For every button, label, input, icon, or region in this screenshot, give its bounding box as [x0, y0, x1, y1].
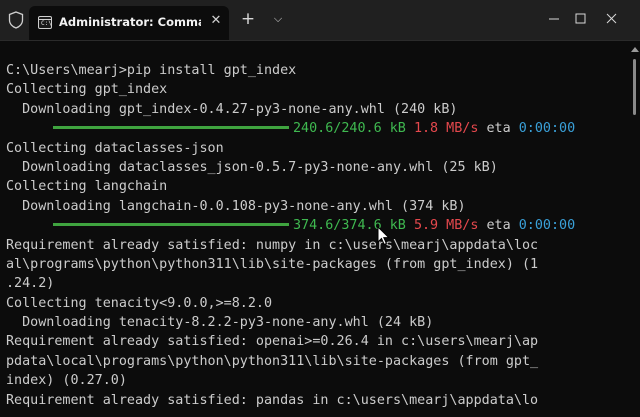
scroll-thumb[interactable] — [633, 59, 636, 115]
console-output[interactable]: C:\Users\mearj>pip install gpt_index Coll… — [0, 41, 628, 417]
console-line: al\programs\python\python311\lib\site-pa… — [6, 256, 539, 272]
console-line: .24.2) — [6, 276, 55, 292]
console-line: Downloading tenacity-8.2.2-py3-none-any.… — [6, 315, 434, 331]
mouse-cursor-icon — [377, 226, 391, 246]
close-window-button[interactable] — [604, 6, 640, 32]
console-line: pdata\local\programs\python\python311\li… — [6, 353, 539, 369]
console-line: Collecting dataclasses-json — [6, 140, 224, 156]
console-line: Collecting langchain — [6, 179, 168, 195]
tab-title: Administrator: Command Pro — [59, 15, 201, 29]
close-tab-icon[interactable]: ✕ — [209, 14, 223, 28]
cmd-icon: C:\ — [38, 16, 52, 29]
console-line: Collecting tenacity<9.0.0,>=8.2.0 — [6, 295, 273, 311]
shield-icon — [8, 11, 24, 29]
progress-bar — [53, 125, 289, 129]
scroll-up-icon[interactable] — [631, 47, 639, 52]
console-line: Downloading langchain-0.0.108-py3-none-a… — [6, 198, 466, 214]
eta-label: eta — [486, 218, 511, 234]
console-line: Downloading dataclasses_json-0.5.7-py3-n… — [6, 159, 498, 175]
terminal-window: C:\ Administrator: Command Pro ✕ + ⌵ C:\… — [0, 0, 640, 417]
console-line: C:\Users\mearj>pip install gpt_index — [6, 63, 297, 78]
new-tab-button[interactable]: + — [238, 9, 258, 29]
cmd-icon-text: C:\ — [41, 20, 52, 27]
download-speed: 5.9 MB/s — [413, 218, 479, 234]
progress-bar — [53, 222, 289, 226]
progress-line: 374.6/374.6 kB 5.9 MB/s eta 0:00:00 — [6, 216, 575, 235]
download-progress: 240.6/240.6 kB — [293, 121, 406, 137]
console-line: Requirement already satisfied: numpy in … — [6, 237, 539, 253]
title-bar: C:\ Administrator: Command Pro ✕ + ⌵ — [0, 0, 640, 41]
vertical-scrollbar[interactable] — [630, 41, 640, 417]
console-lines: C:\Users\mearj>pip install gpt_index Coll… — [6, 61, 575, 410]
eta-value: 0:00:00 — [518, 121, 576, 137]
download-speed: 1.8 MB/s — [413, 121, 479, 137]
chevron-down-icon[interactable]: ⌵ — [268, 9, 288, 29]
eta-label: eta — [486, 121, 511, 137]
tab-command-prompt[interactable]: C:\ Administrator: Command Pro ✕ — [29, 6, 229, 40]
console-line: Downloading gpt_index-0.4.27-py3-none-an… — [6, 101, 458, 117]
console-line: Requirement already satisfied: pandas in… — [6, 392, 539, 408]
console-line: Requirement already satisfied: openai>=0… — [6, 334, 539, 350]
eta-value: 0:00:00 — [518, 218, 576, 234]
console-line: index) (0.27.0) — [6, 373, 127, 389]
console-line: Collecting gpt_index — [6, 82, 168, 98]
progress-line: 240.6/240.6 kB 1.8 MB/s eta 0:00:00 — [6, 119, 575, 138]
